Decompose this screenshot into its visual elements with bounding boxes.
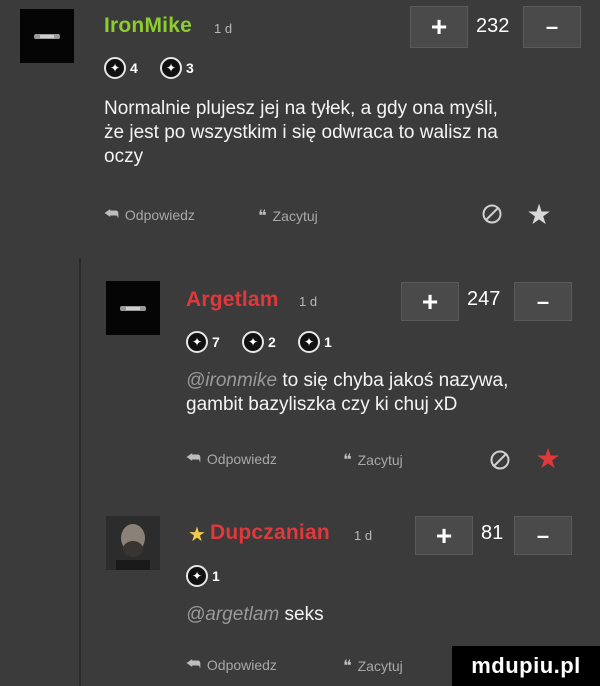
award-badge: ✦ 2 [242, 331, 276, 353]
avatar-logo [34, 33, 60, 39]
quote-icon: ❝ [258, 208, 267, 225]
comment-text-fragment: to się chyba jakoś nazywa, [277, 370, 509, 391]
comment-line: gambit bazyliszka czy ki chuj xD [186, 394, 458, 415]
avatar[interactable] [106, 281, 160, 335]
block-icon[interactable] [488, 448, 512, 472]
quote-label: Zacytuj [357, 452, 403, 468]
star-icon[interactable]: ★ [524, 199, 554, 230]
block-icon[interactable] [480, 202, 504, 226]
avatar[interactable] [20, 9, 74, 63]
upvote-button[interactable]: + [401, 282, 459, 321]
medal-icon: ✦ [242, 331, 264, 353]
reply-label: Odpowiedz [206, 451, 277, 467]
comment-line: @argetlam seks [186, 603, 586, 627]
award-count: 3 [186, 60, 194, 76]
upvote-button[interactable]: + [410, 6, 468, 48]
reply-button[interactable]: ⮪ Odpowiedz [186, 656, 277, 674]
reply-arrow-icon: ⮪ [104, 206, 119, 223]
upvote-button[interactable]: + [415, 516, 473, 555]
award-count: 7 [212, 334, 220, 350]
reply-label: Odpowiedz [206, 657, 277, 673]
comment-text: @ironmike to się chyba jakoś nazywa, gam… [186, 369, 586, 417]
award-count: 2 [268, 334, 276, 350]
award-badge: ✦ 1 [186, 565, 220, 587]
comment-line: @ironmike to się chyba jakoś nazywa, [186, 369, 586, 393]
comment-text-fragment: seks [279, 604, 324, 625]
score: 81 [481, 522, 504, 544]
mention-link[interactable]: @argetlam [186, 604, 279, 625]
avatar-logo [120, 305, 146, 311]
username[interactable]: IronMike [104, 14, 192, 38]
reply-arrow-icon: ⮪ [186, 450, 201, 467]
award-count: 4 [130, 60, 138, 76]
quote-icon: ❝ [343, 658, 352, 675]
timestamp: 1 d [354, 528, 373, 543]
comment-line: że jest po wszystkim i się odwraca to wa… [104, 122, 498, 143]
comment-text: Normalnie plujesz jej na tyłek, a gdy on… [104, 97, 584, 169]
timestamp: 1 d [214, 21, 233, 36]
reply-button[interactable]: ⮪ Odpowiedz [104, 206, 195, 224]
star-icon[interactable]: ★ [533, 443, 563, 474]
award-count: 1 [212, 568, 220, 584]
medal-dark-icon: ✦ [298, 331, 320, 353]
quote-icon: ❝ [343, 452, 352, 469]
score: 247 [467, 288, 501, 310]
mention-link[interactable]: @ironmike [186, 370, 277, 391]
quote-button[interactable]: ❝ Zacytuj [258, 206, 318, 226]
quote-button[interactable]: ❝ Zacytuj [343, 450, 403, 470]
quote-button[interactable]: ❝ Zacytuj [343, 656, 403, 676]
avatar[interactable] [106, 516, 160, 570]
username[interactable]: Argetlam [186, 288, 279, 312]
downvote-button[interactable]: – [523, 6, 581, 48]
quote-label: Zacytuj [272, 208, 318, 224]
reply-label: Odpowiedz [124, 207, 195, 223]
award-badge: ✦ 3 [160, 57, 194, 79]
score: 232 [476, 15, 510, 37]
timestamp: 1 d [299, 294, 318, 309]
comment-text: @argetlam seks [186, 603, 586, 627]
trophy-icon: ✦ [186, 565, 208, 587]
avatar-photo [106, 516, 160, 570]
star-icon: ★ [188, 523, 206, 546]
username[interactable]: Dupczanian [210, 521, 330, 545]
award-badge: ✦ 7 [186, 331, 220, 353]
watermark: mdupiu.pl [452, 646, 600, 686]
award-count: 1 [324, 334, 332, 350]
reply-arrow-icon: ⮪ [186, 656, 201, 673]
quote-label: Zacytuj [357, 658, 403, 674]
award-badge: ✦ 1 [298, 331, 332, 353]
reply-button[interactable]: ⮪ Odpowiedz [186, 450, 277, 468]
comment-line: oczy [104, 146, 144, 167]
downvote-button[interactable]: – [514, 516, 572, 555]
thread-line [79, 258, 81, 686]
trophy-icon: ✦ [186, 331, 208, 353]
downvote-button[interactable]: – [514, 282, 572, 321]
comment-line: Normalnie plujesz jej na tyłek, a gdy on… [104, 98, 498, 119]
award-badge: ✦ 4 [104, 57, 138, 79]
medal-icon: ✦ [160, 57, 182, 79]
trophy-icon: ✦ [104, 57, 126, 79]
